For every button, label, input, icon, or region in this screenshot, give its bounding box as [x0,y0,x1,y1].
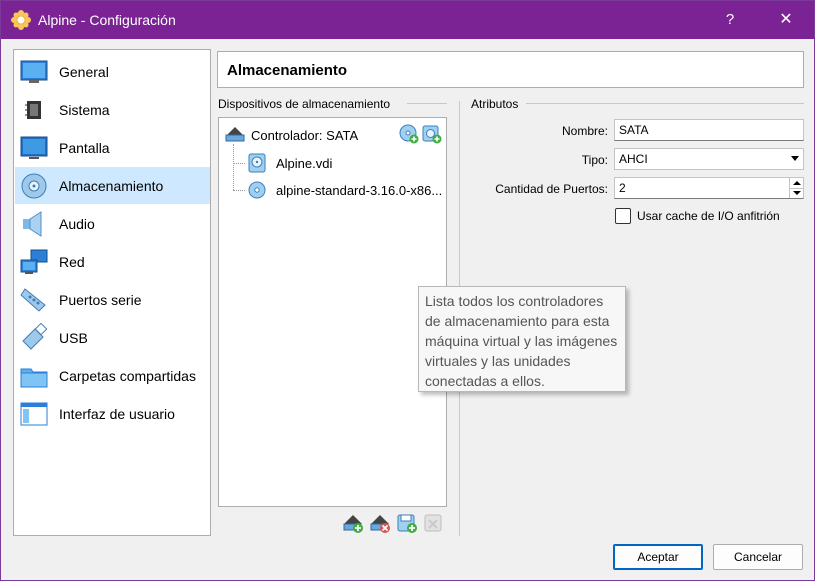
devices-group-label: Dispositivos de almacenamiento [218,97,397,111]
network-icon [20,249,48,274]
general-icon [20,60,48,83]
host-io-cache-label: Usar cache de I/O anfitrión [637,209,780,223]
sidebar-item-label: Carpetas compartidas [59,368,196,384]
settings-window: Alpine - Configuración ? ✕ General Siste… [0,0,815,581]
user-interface-icon [20,402,48,426]
usb-icon [22,323,48,350]
controller-icon [225,127,245,142]
ports-spinbox[interactable]: 2 [614,177,804,199]
sidebar-item-label: Puertos serie [59,292,142,308]
display-icon [20,136,48,159]
title-bar: Alpine - Configuración ? ✕ [1,1,814,39]
tree-item-hard-disk[interactable]: Alpine.vdi [219,150,446,176]
type-select[interactable]: AHCI [614,148,804,170]
add-controller-icon[interactable] [342,512,364,534]
serial-ports-icon [20,288,46,312]
sidebar-item-shared-folders[interactable]: Carpetas compartidas [15,357,210,394]
ok-button[interactable]: Aceptar [613,544,703,570]
sidebar-item-label: Pantalla [59,140,110,156]
tree-item-optical-disc[interactable]: alpine-standard-3.16.0-x86... [219,177,446,203]
sidebar-item-audio[interactable]: Audio [15,205,210,242]
add-optical-drive-icon[interactable] [399,124,419,144]
sidebar-item-label: Almacenamiento [59,178,164,194]
storage-icon [21,173,47,199]
hard-disk-icon [248,153,266,173]
window-title: Alpine - Configuración [38,12,176,28]
sidebar-item-label: Interfaz de usuario [59,406,175,422]
name-field-value: SATA [619,123,649,137]
virtualbox-gear-icon [11,10,31,30]
sidebar-item-storage[interactable]: Almacenamiento [15,167,210,204]
ports-spinbox-value: 2 [619,181,626,195]
cancel-button[interactable]: Cancelar [713,544,803,570]
tooltip: Lista todos los controladores de almacen… [418,286,626,392]
chevron-down-icon [791,156,799,161]
sidebar-item-display[interactable]: Pantalla [15,129,210,166]
sidebar-item-general[interactable]: General [15,53,210,90]
sidebar-item-system[interactable]: Sistema [15,91,210,128]
attributes-group-label: Atributos [471,97,525,111]
spin-down-icon[interactable] [789,188,803,198]
sidebar-item-label: General [59,64,109,80]
remove-attachment-icon[interactable] [423,512,445,534]
name-label: Nombre: [561,124,608,138]
page-title-box: Almacenamiento [217,51,804,88]
storage-devices-tree[interactable]: Controlador: SATA Alpine.vdi alpine-stan… [218,117,447,507]
page-title: Almacenamiento [227,62,348,79]
host-io-cache-checkbox[interactable] [615,208,631,224]
sidebar-item-serial-ports[interactable]: Puertos serie [15,281,210,318]
settings-sidebar: General Sistema Pantalla Almacenamiento … [13,49,211,536]
sidebar-item-label: USB [59,330,88,346]
system-icon [25,101,41,119]
type-select-value: AHCI [619,152,648,166]
tree-item-label: Alpine.vdi [276,156,333,171]
group-divider [407,103,447,104]
remove-controller-icon[interactable] [369,512,391,534]
controller-label: Controlador: SATA [251,128,359,143]
sidebar-item-usb[interactable]: USB [15,319,210,356]
spin-up-icon[interactable] [789,178,803,188]
tree-item-label: alpine-standard-3.16.0-x86... [276,183,443,198]
add-attachment-icon[interactable] [396,512,418,534]
type-label: Tipo: [581,153,608,167]
optical-disc-icon [248,181,266,199]
audio-icon [23,211,42,237]
help-button[interactable]: ? [719,7,741,33]
sidebar-item-label: Red [59,254,85,270]
sidebar-item-label: Audio [59,216,95,232]
sidebar-item-label: Sistema [59,102,110,118]
controller-row[interactable]: Controlador: SATA [219,122,446,148]
ports-label: Cantidad de Puertos: [495,182,608,196]
close-button[interactable]: ✕ [773,7,799,33]
add-hard-disk-icon[interactable] [422,124,442,144]
group-divider [526,103,804,104]
shared-folders-icon [20,368,48,388]
name-field[interactable]: SATA [614,119,804,141]
sidebar-item-network[interactable]: Red [15,243,210,280]
sidebar-item-user-interface[interactable]: Interfaz de usuario [15,395,210,432]
